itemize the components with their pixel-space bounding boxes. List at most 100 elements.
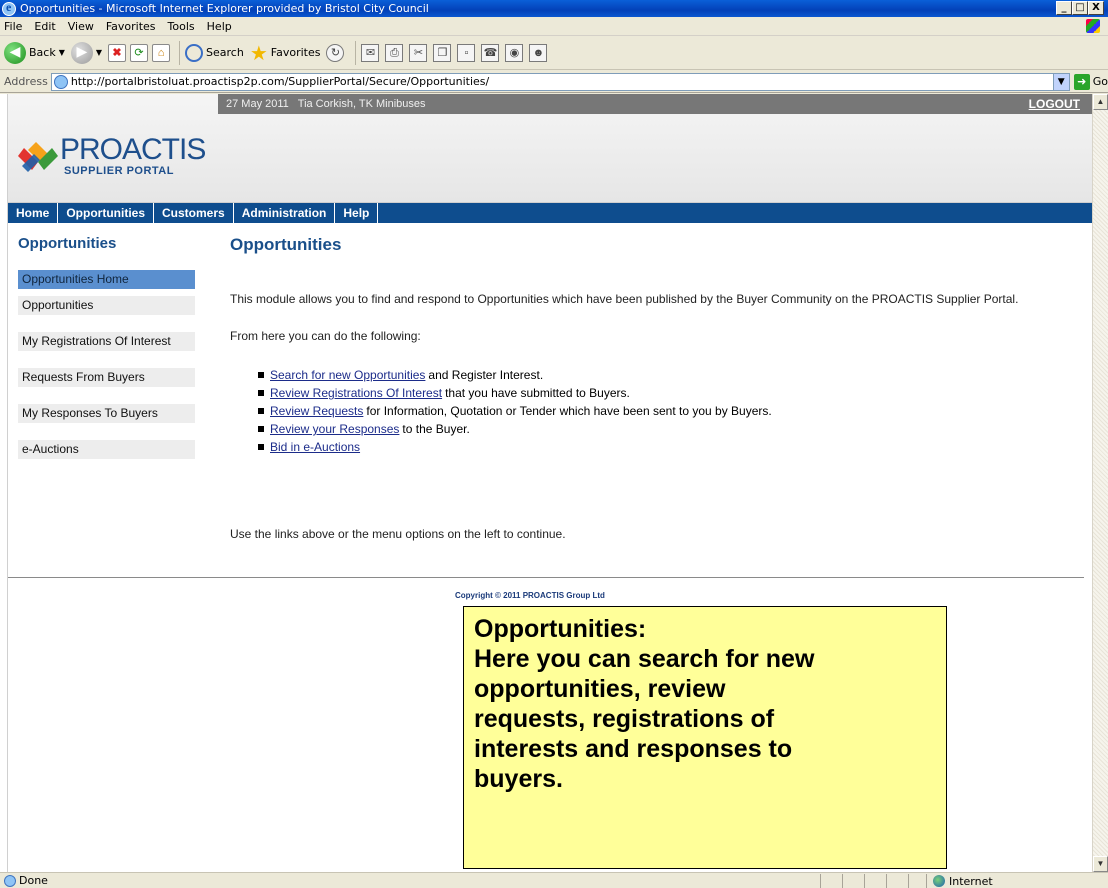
minimize-button[interactable]: _	[1056, 1, 1072, 15]
messenger-icon[interactable]: ☎	[481, 43, 500, 62]
star-icon: ★	[249, 40, 268, 65]
list-item: Search for new Opportunities and Registe…	[258, 366, 772, 384]
callout-line: requests, registrations of	[474, 705, 775, 733]
review-requests-link[interactable]: Review Requests	[270, 404, 363, 418]
bid-e-auctions-link[interactable]: Bid in e-Auctions	[270, 440, 360, 454]
menu-view[interactable]: View	[68, 20, 94, 33]
forward-arrow-icon: ▶	[70, 41, 93, 64]
callout-line: opportunities, review	[474, 675, 726, 703]
back-button[interactable]: ◀ Back ▼	[4, 41, 65, 64]
address-url: http://portalbristoluat.proactisp2p.com/…	[70, 75, 490, 88]
favorites-button[interactable]: ★ Favorites	[250, 41, 321, 65]
callout-line: Here you can search for new	[474, 645, 815, 673]
nav-help[interactable]: Help	[335, 203, 379, 223]
logo-mark-icon	[18, 142, 58, 172]
page-icon	[4, 874, 16, 887]
menu-file[interactable]: File	[4, 20, 22, 33]
help-callout: Opportunities: Here you can search for n…	[463, 606, 947, 869]
status-cell	[886, 874, 908, 888]
nav-administration[interactable]: Administration	[234, 203, 336, 223]
ie-icon	[2, 0, 16, 16]
chevron-down-icon[interactable]: ▼	[96, 48, 102, 57]
logout-link[interactable]: LOGOUT	[1029, 97, 1080, 111]
history-icon[interactable]: ↻	[326, 43, 345, 62]
nav-home[interactable]: Home	[8, 203, 59, 223]
forward-button[interactable]: ▶ ▼	[70, 41, 102, 64]
menu-favorites[interactable]: Favorites	[106, 20, 156, 33]
chevron-down-icon[interactable]: ▼	[59, 48, 65, 57]
menu-edit[interactable]: Edit	[34, 20, 55, 33]
research-icon[interactable]: ◉	[505, 43, 524, 62]
close-button[interactable]: X	[1088, 1, 1104, 15]
bullet-icon	[258, 444, 264, 450]
intro-text: This module allows you to find and respo…	[230, 292, 1019, 306]
mail-icon[interactable]: ✉	[361, 43, 380, 62]
address-label: Address	[4, 75, 48, 88]
window-title: Opportunities - Microsoft Internet Explo…	[20, 2, 429, 15]
list-item: Bid in e-Auctions	[258, 438, 772, 456]
stop-icon[interactable]: ✖	[108, 43, 127, 62]
globe-icon	[933, 875, 945, 887]
refresh-icon[interactable]: ⟳	[130, 43, 149, 62]
bullet-icon	[258, 390, 264, 396]
address-bar: Address http://portalbristoluat.proactis…	[0, 71, 1108, 93]
nav-customers[interactable]: Customers	[154, 203, 234, 223]
page-icon	[53, 74, 68, 89]
go-button[interactable]: ➜ Go	[1073, 73, 1108, 90]
page-title: Opportunities	[230, 235, 342, 254]
search-label: Search	[206, 46, 244, 59]
home-icon[interactable]: ⌂	[152, 43, 171, 62]
sidebar-item-registrations[interactable]: My Registrations Of Interest	[18, 332, 195, 351]
status-cell	[820, 874, 842, 888]
windows-flag-icon	[1086, 19, 1100, 33]
browser-toolbar: ◀ Back ▼ ▶ ▼ ✖ ⟳ ⌂ Search ★ Favorites ↻ …	[0, 36, 1108, 70]
review-responses-link[interactable]: Review your Responses	[270, 422, 399, 436]
callout-line: buyers.	[474, 765, 563, 793]
menu-bar: File Edit View Favorites Tools Help	[0, 17, 1108, 36]
sidebar-item-requests[interactable]: Requests From Buyers	[18, 368, 195, 387]
paste-icon[interactable]: ▫	[457, 43, 476, 62]
list-item-text: for Information, Quotation or Tender whi…	[366, 404, 772, 418]
nav-opportunities[interactable]: Opportunities	[58, 203, 155, 223]
user-info-bar: 27 May 2011 Tia Corkish, TK Minibuses LO…	[218, 94, 1092, 114]
callout-line: interests and responses to	[474, 735, 793, 763]
proactis-logo[interactable]: PROACTIS SUPPLIER PORTAL	[18, 132, 208, 184]
scroll-down-icon[interactable]: ▼	[1093, 856, 1108, 872]
go-label: Go	[1092, 75, 1108, 88]
chevron-down-icon[interactable]: ▼	[1052, 73, 1069, 90]
sidebar-item-opportunities[interactable]: Opportunities	[18, 296, 195, 315]
status-text: Done	[19, 874, 48, 887]
cut-icon[interactable]: ✂	[409, 43, 428, 62]
back-arrow-icon: ◀	[4, 41, 26, 64]
menu-tools[interactable]: Tools	[168, 20, 195, 33]
search-opportunities-link[interactable]: Search for new Opportunities	[270, 368, 425, 382]
logo-subtitle: SUPPLIER PORTAL	[64, 165, 174, 177]
page-left-edge	[0, 94, 8, 872]
security-zone[interactable]: Internet	[926, 874, 993, 888]
search-icon	[185, 43, 204, 62]
footer-divider	[8, 577, 1084, 578]
list-item: Review your Responses to the Buyer.	[258, 420, 772, 438]
action-list: Search for new Opportunities and Registe…	[258, 366, 772, 456]
sidebar-item-responses[interactable]: My Responses To Buyers	[18, 404, 195, 423]
scroll-up-icon[interactable]: ▲	[1093, 94, 1108, 110]
maximize-button[interactable]: □	[1072, 1, 1088, 15]
menu-help[interactable]: Help	[207, 20, 232, 33]
list-item: Review Requests for Information, Quotati…	[258, 402, 772, 420]
status-cell	[864, 874, 886, 888]
sidebar-item-e-auctions[interactable]: e-Auctions	[18, 440, 195, 459]
copy-icon[interactable]: ❐	[433, 43, 452, 62]
vertical-scrollbar[interactable]: ▲ ▼	[1092, 94, 1108, 872]
window-titlebar: Opportunities - Microsoft Internet Explo…	[0, 0, 1108, 17]
address-input[interactable]: http://portalbristoluat.proactisp2p.com/…	[50, 72, 1070, 91]
sidebar-item-opportunities-home[interactable]: Opportunities Home	[18, 270, 195, 289]
review-registrations-link[interactable]: Review Registrations Of Interest	[270, 386, 442, 400]
footer-note: Use the links above or the menu options …	[230, 527, 566, 541]
people-icon[interactable]: ☻	[529, 43, 548, 62]
back-label: Back	[29, 46, 56, 59]
logo-wordmark: PROACTIS	[60, 133, 206, 166]
print-icon[interactable]: ⎙	[385, 43, 404, 62]
window-controls: _ □ X	[1056, 1, 1104, 15]
search-button[interactable]: Search	[185, 43, 244, 62]
copyright-text: Copyright © 2011 PROACTIS Group Ltd	[455, 591, 605, 600]
